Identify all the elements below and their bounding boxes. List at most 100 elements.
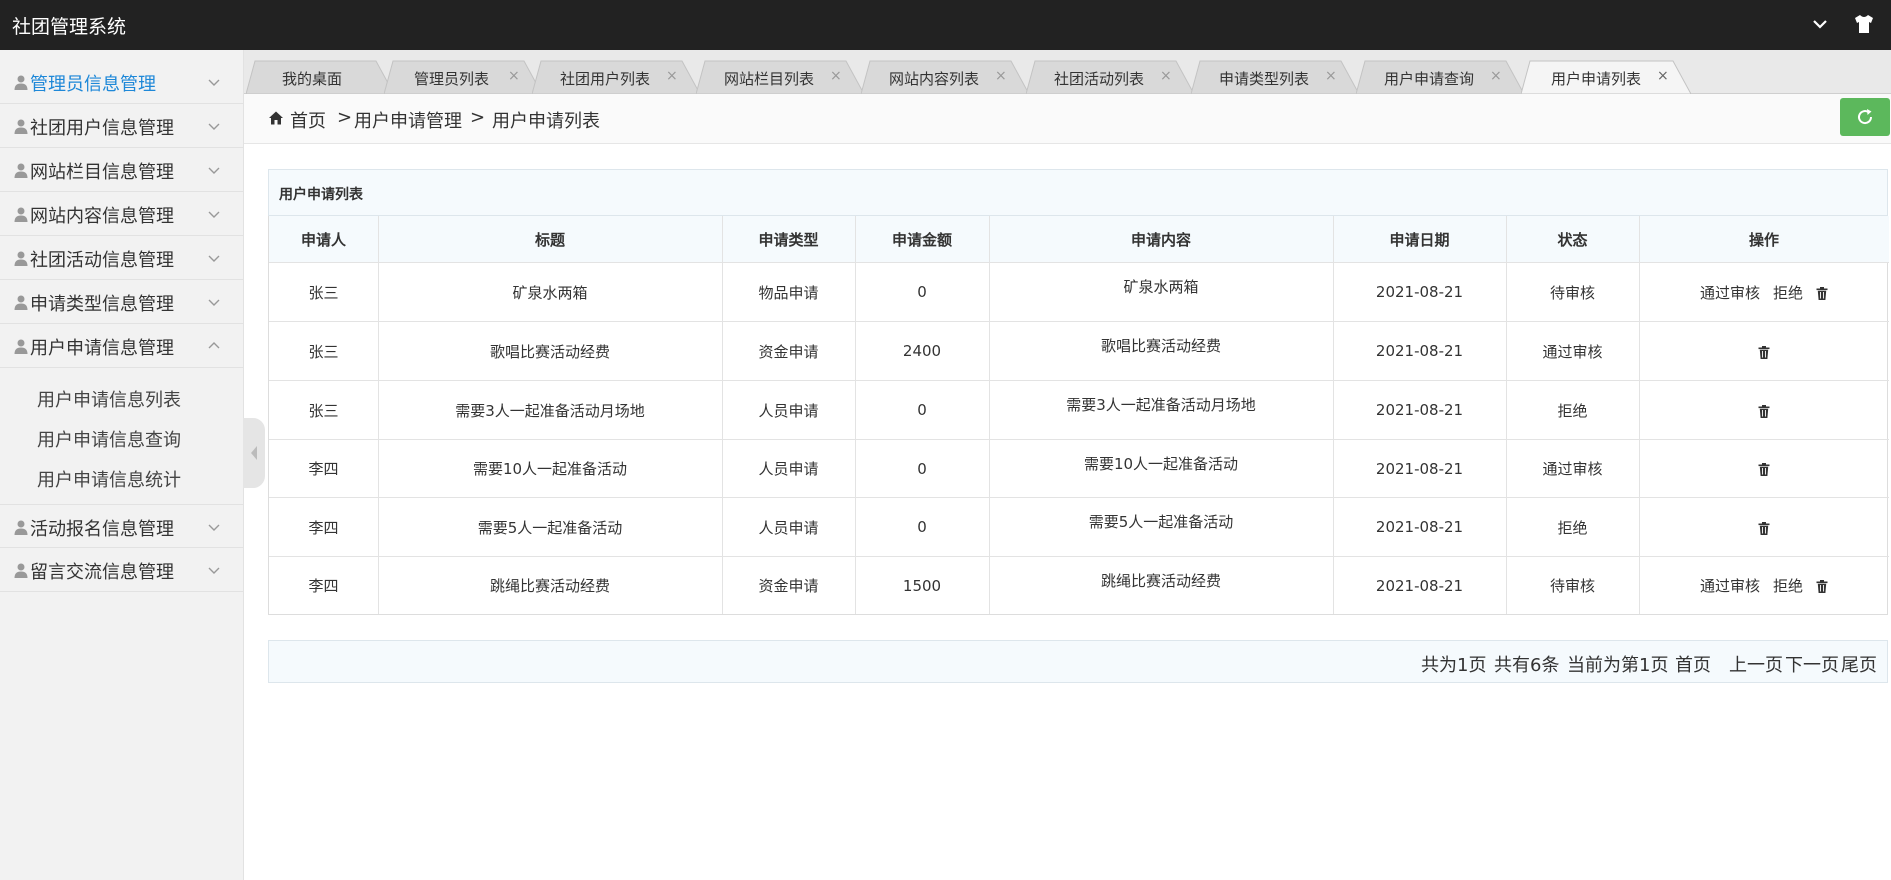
breadcrumb-level1[interactable]: 用户申请管理	[354, 107, 462, 133]
sidebar-item-label: 网站栏目信息管理	[30, 162, 174, 183]
pagination: 共为1页 共有6条 当前为第1页 首页 上一页 下一页 尾页	[268, 640, 1888, 683]
cell-status: 拒绝	[1557, 401, 1588, 420]
tab-my-desktop[interactable]: 我的桌面	[246, 60, 394, 94]
close-icon[interactable]: ×	[995, 68, 1007, 84]
close-icon[interactable]: ×	[1490, 68, 1502, 84]
cell-actions	[1639, 381, 1889, 439]
chevron-down-icon	[207, 562, 221, 576]
cell-actions	[1639, 440, 1889, 497]
cell-content: 需要5人一起准备活动	[1088, 513, 1234, 531]
cell-title: 需要3人一起准备活动月场地	[455, 401, 645, 420]
tab-club-activity-list[interactable]: 社团活动列表 ×	[1026, 60, 1194, 94]
home-icon	[268, 110, 284, 126]
pager-next-link[interactable]: 下一页	[1785, 651, 1839, 677]
sidebar-item-user-apply-info[interactable]: 用户申请信息管理	[0, 324, 243, 368]
cell-type: 人员申请	[758, 518, 819, 537]
sidebar-item-message-info[interactable]: 留言交流信息管理	[0, 548, 243, 592]
cell-actions: 通过审核 拒绝	[1639, 263, 1889, 321]
user-icon	[13, 294, 29, 310]
sidebar-item-site-content-info[interactable]: 网站内容信息管理	[0, 192, 243, 236]
tshirt-icon[interactable]	[1852, 12, 1876, 36]
cell-date: 2021-08-21	[1375, 576, 1464, 595]
tab-label: 申请类型列表	[1219, 70, 1310, 88]
pager-last-link[interactable]: 尾页	[1841, 651, 1877, 677]
refresh-button[interactable]	[1840, 98, 1890, 136]
approve-link[interactable]: 通过审核	[1700, 575, 1760, 596]
cell-type: 人员申请	[758, 401, 819, 420]
trash-icon[interactable]	[1758, 462, 1770, 476]
cell-title: 需要5人一起准备活动	[477, 518, 623, 537]
sidebar-item-club-user-info[interactable]: 社团用户信息管理	[0, 104, 243, 148]
cell-type: 人员申请	[758, 460, 819, 478]
column-header-type: 申请类型	[722, 216, 855, 262]
refresh-icon	[1858, 109, 1873, 125]
sidebar-item-admin-info[interactable]: 管理员信息管理	[0, 60, 243, 104]
tab-site-column-list[interactable]: 网站栏目列表 ×	[696, 60, 864, 94]
tab-strip: 我的桌面 管理员列表 × 社团用户列表 × 网站栏目列表 × 网站内容列表 × …	[244, 50, 1891, 94]
tab-label: 用户申请列表	[1551, 70, 1642, 88]
user-icon	[13, 74, 29, 90]
trash-icon[interactable]	[1758, 404, 1770, 418]
sidebar-item-apply-type-info[interactable]: 申请类型信息管理	[0, 280, 243, 324]
user-icon	[13, 250, 29, 266]
cell-type: 资金申请	[758, 342, 819, 361]
submenu-item-apply-query[interactable]: 用户申请信息查询	[37, 426, 181, 452]
user-icon	[13, 562, 29, 578]
column-header-title: 标题	[378, 216, 722, 262]
cell-amount: 2400	[902, 342, 942, 360]
sidebar-item-label: 活动报名信息管理	[30, 519, 174, 540]
trash-icon[interactable]	[1758, 345, 1770, 359]
top-bar: 社团管理系统	[0, 0, 1891, 50]
sidebar-item-label: 留言交流信息管理	[30, 562, 174, 583]
panel-header: 用户申请列表	[268, 169, 1888, 216]
chevron-down-icon	[207, 250, 221, 264]
breadcrumb-separator: >	[337, 107, 353, 128]
chevron-down-icon	[207, 294, 221, 308]
tab-apply-type-list[interactable]: 申请类型列表 ×	[1191, 60, 1359, 94]
chevron-down-icon	[207, 162, 221, 176]
tab-label: 网站栏目列表	[724, 70, 815, 88]
close-icon[interactable]: ×	[1325, 68, 1337, 84]
panel-title: 用户申请列表	[279, 187, 363, 203]
pager-first-link[interactable]: 首页	[1675, 651, 1711, 677]
chevron-down-icon[interactable]	[1808, 12, 1832, 36]
sidebar-item-club-activity-info[interactable]: 社团活动信息管理	[0, 236, 243, 280]
reject-link[interactable]: 拒绝	[1773, 575, 1803, 596]
column-header-applicant: 申请人	[269, 216, 378, 262]
sidebar-item-activity-signup-info[interactable]: 活动报名信息管理	[0, 504, 243, 548]
pager-prev-link[interactable]: 上一页	[1729, 651, 1783, 677]
tab-admin-list[interactable]: 管理员列表 ×	[384, 60, 542, 94]
close-icon[interactable]: ×	[1160, 68, 1172, 84]
reject-link[interactable]: 拒绝	[1773, 282, 1803, 303]
approve-link[interactable]: 通过审核	[1700, 282, 1760, 303]
cell-actions	[1639, 322, 1889, 380]
sidebar-collapse-handle[interactable]	[243, 418, 265, 488]
cell-date: 2021-08-21	[1375, 459, 1464, 478]
trash-icon[interactable]	[1816, 579, 1828, 593]
cell-content: 跳绳比赛活动经费	[1100, 572, 1221, 590]
trash-icon[interactable]	[1758, 521, 1770, 535]
cell-title: 矿泉水两箱	[512, 283, 588, 302]
sidebar-item-label: 用户申请信息管理	[30, 338, 174, 359]
chevron-left-icon	[251, 446, 257, 460]
cell-title: 跳绳比赛活动经费	[489, 577, 610, 595]
close-icon[interactable]: ×	[1657, 68, 1669, 84]
cell-status: 通过审核	[1542, 460, 1603, 478]
trash-icon[interactable]	[1816, 286, 1828, 300]
cell-applicant: 张三	[308, 342, 339, 361]
breadcrumb: 首页 > 用户申请管理 > 用户申请列表	[244, 94, 1891, 144]
tab-club-user-list[interactable]: 社团用户列表 ×	[532, 60, 700, 94]
tab-user-apply-list[interactable]: 用户申请列表 ×	[1521, 60, 1691, 94]
close-icon[interactable]: ×	[666, 68, 678, 84]
tab-user-apply-query[interactable]: 用户申请查询 ×	[1356, 60, 1524, 94]
cell-applicant: 李四	[308, 460, 339, 478]
sidebar-item-label: 网站内容信息管理	[30, 206, 174, 227]
tab-site-content-list[interactable]: 网站内容列表 ×	[861, 60, 1029, 94]
sidebar: 管理员信息管理 社团用户信息管理 网站栏目信息管理 网站内容信息管理 社团活动信…	[0, 50, 244, 880]
submenu-item-apply-list[interactable]: 用户申请信息列表	[37, 386, 181, 412]
submenu-item-apply-stats[interactable]: 用户申请信息统计	[37, 466, 181, 492]
breadcrumb-home-link[interactable]: 首页	[290, 107, 326, 133]
close-icon[interactable]: ×	[508, 68, 520, 84]
sidebar-item-site-column-info[interactable]: 网站栏目信息管理	[0, 148, 243, 192]
close-icon[interactable]: ×	[830, 68, 842, 84]
